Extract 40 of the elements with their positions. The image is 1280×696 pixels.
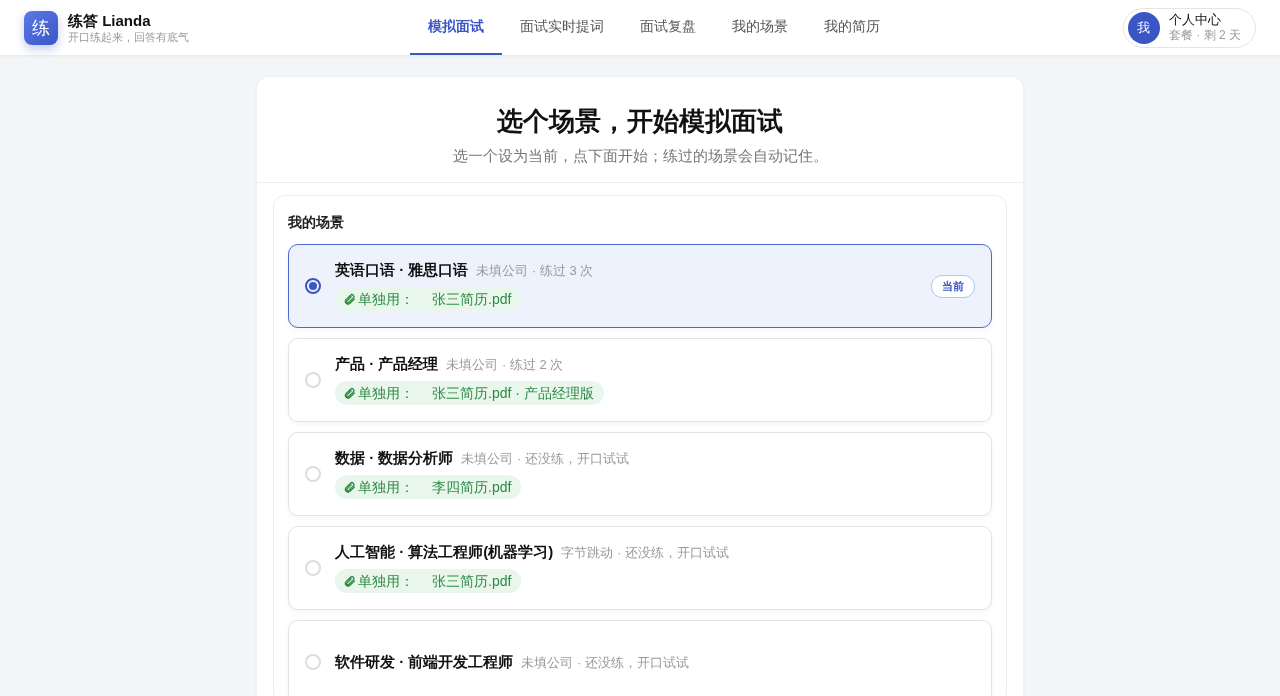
nav-tab[interactable]: 面试复盘 <box>622 0 714 55</box>
scene-name: 产品 · 产品经理 <box>335 355 439 374</box>
radio-button[interactable] <box>305 278 321 294</box>
scene-name: 英语口语 · 雅思口语 <box>335 261 469 280</box>
user-center-title: 个人中心 <box>1169 12 1222 28</box>
scene-name: 软件研发 · 前端开发工程师 <box>335 652 514 672</box>
scene-meta: 未填公司 · 练过 2 次 <box>446 356 564 374</box>
scene-card[interactable]: 数据 · 数据分析师 未填公司 · 还没练，开口试试 单独用： 李四简历.pdf <box>288 432 992 516</box>
user-center-button[interactable]: 我 个人中心 套餐 · 剩 2 天 <box>1123 7 1256 48</box>
scene-card[interactable]: 英语口语 · 雅思口语 未填公司 · 练过 3 次 单独用： 张三简历.pdf 当前 <box>288 244 992 328</box>
avatar: 我 <box>1128 11 1160 44</box>
brand-tagline: 开口练起来，回答有底气 <box>68 29 189 44</box>
nav-tab[interactable]: 面试实时提词 <box>502 0 622 55</box>
app-logo: 练 <box>24 10 58 45</box>
nav-tab[interactable]: 模拟面试 <box>410 0 502 55</box>
scene-meta: 未填公司 · 还没练，开口试试 <box>521 653 689 672</box>
brand-name: 练答 Lianda <box>68 11 152 30</box>
scene-card[interactable]: 产品 · 产品经理 未填公司 · 练过 2 次 单独用： 张三简历.pdf · 产品经理版 <box>288 338 992 422</box>
page-subtitle: 选一个设为当前，点下面开始；练过的场景会自动记住。 <box>452 147 828 166</box>
plan-status: 套餐 · 剩 2 天 <box>1169 28 1241 43</box>
resume-tag: 单独用： 张三简历.pdf <box>335 569 522 593</box>
resume-tag: 单独用： 张三简历.pdf <box>335 287 522 311</box>
scene-meta: 未填公司 · 还没练，开口试试 <box>461 450 629 468</box>
scene-card[interactable]: 软件研发 · 前端开发工程师 未填公司 · 还没练，开口试试 <box>288 620 992 696</box>
paperclip-icon <box>343 480 356 494</box>
paperclip-icon <box>343 574 356 588</box>
current-badge: 当前 <box>931 274 975 298</box>
page-title: 选个场景，开始模拟面试 <box>497 105 783 137</box>
scene-meta: 字节跳动 · 还没练，开口试试 <box>561 544 729 562</box>
resume-tag: 单独用： 张三简历.pdf · 产品经理版 <box>335 381 604 405</box>
section-heading: 我的场景 <box>288 214 345 232</box>
scene-meta: 未填公司 · 练过 3 次 <box>476 262 594 280</box>
resume-tag: 单独用： 李四简历.pdf <box>335 475 522 499</box>
scene-name: 数据 · 数据分析师 <box>335 449 454 468</box>
scene-name: 人工智能 · 算法工程师(机器学习) <box>335 543 554 562</box>
nav-tab[interactable]: 我的简历 <box>806 0 898 55</box>
paperclip-icon <box>343 292 356 306</box>
scene-card[interactable]: 人工智能 · 算法工程师(机器学习) 字节跳动 · 还没练，开口试试 单独用： 张三简历.pdf <box>288 526 992 610</box>
nav-tab[interactable]: 我的场景 <box>714 0 806 55</box>
paperclip-icon <box>343 386 356 400</box>
